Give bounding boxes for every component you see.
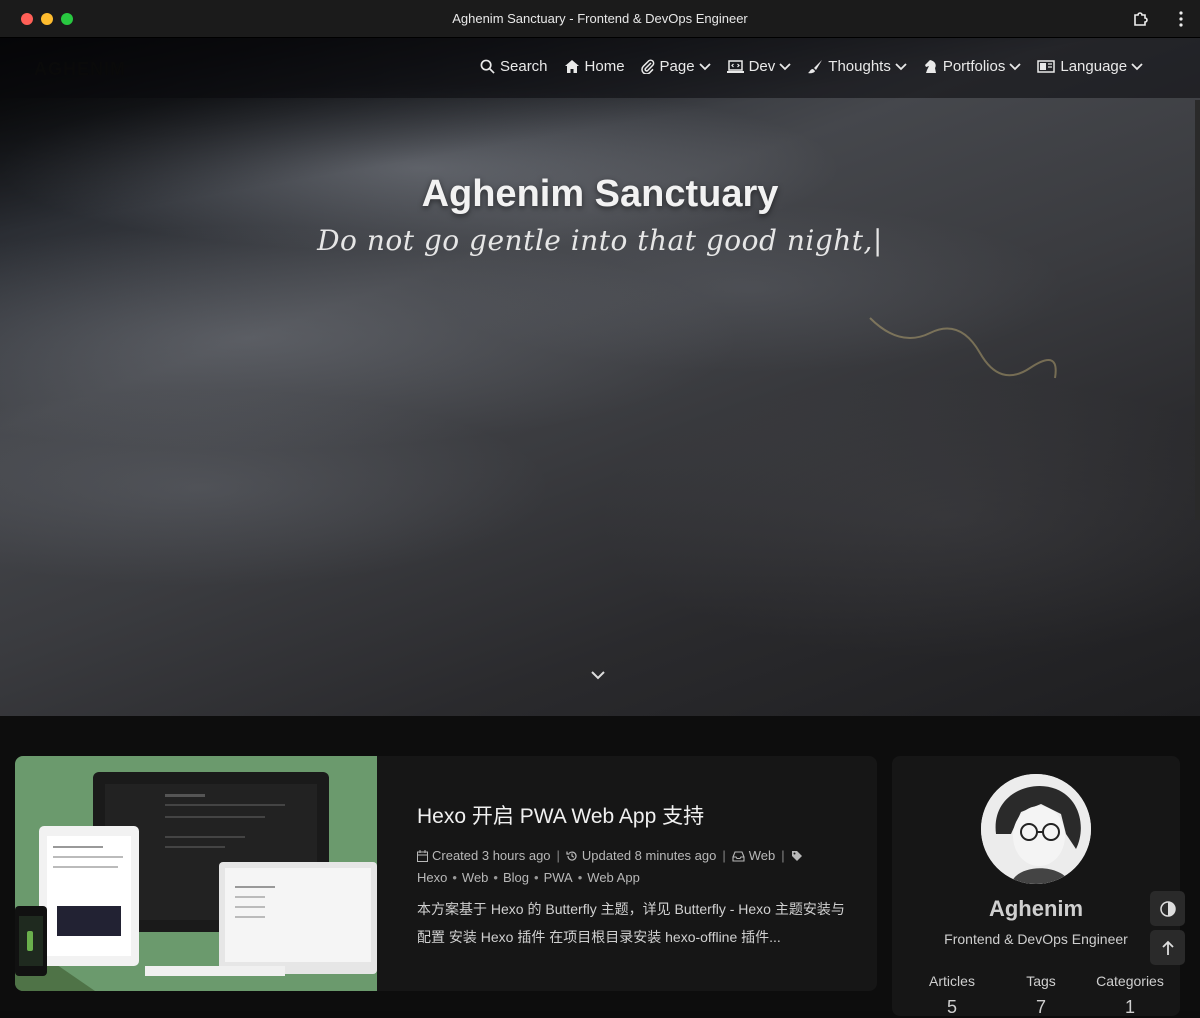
devices-illustration — [15, 772, 377, 991]
post-title[interactable]: Hexo 开启 PWA Web App 支持 — [417, 800, 847, 830]
stat-label: Categories — [1096, 973, 1164, 989]
home-icon — [564, 60, 579, 73]
stat-value: 1 — [1124, 997, 1135, 1017]
hero-banner: Aghenim Sanctuary Do not go gentle into … — [0, 38, 1200, 716]
tag-dot: • — [577, 870, 583, 885]
search-icon — [480, 59, 495, 74]
nav-portfolios[interactable]: Portfolios — [923, 58, 1022, 75]
back-to-top-button[interactable] — [1150, 930, 1185, 965]
site-logo[interactable]: AGHENIM — [34, 59, 126, 80]
post-excerpt: 本方案基于 Hexo 的 Butterfly 主题，详见 Butterfly -… — [417, 901, 845, 945]
chevron-down-icon — [1131, 62, 1143, 70]
history-icon — [566, 851, 577, 861]
tag-link[interactable]: Hexo — [417, 870, 447, 885]
site-subtitle: Do not go gentle into that good night,| — [317, 224, 883, 257]
page-scrollbar[interactable] — [1195, 100, 1200, 520]
meta-separator: | — [781, 848, 785, 863]
stat-value: 7 — [1035, 997, 1046, 1017]
nav-language-label: Language — [1060, 58, 1128, 75]
chess-knight-icon — [924, 60, 936, 73]
nav-search-label: Search — [500, 58, 548, 75]
browser-titlebar: Aghenim Sanctuary - Frontend & DevOps En… — [0, 0, 1200, 38]
tag-icon — [791, 851, 802, 861]
nav-page-label: Page — [659, 58, 695, 75]
brush-icon — [808, 60, 823, 74]
site-navbar: AGHENIM Search Home Page Dev Thoughts Po… — [0, 38, 1200, 98]
author-name: Aghenim — [988, 896, 1084, 921]
chevron-down-icon — [895, 62, 907, 70]
post-created: Created 3 hours ago — [432, 848, 551, 863]
stat-articles[interactable]: Articles 5 — [912, 973, 992, 1018]
window-title: Aghenim Sanctuary - Frontend & DevOps En… — [452, 11, 748, 26]
stat-tags[interactable]: Tags 7 — [1001, 973, 1081, 1018]
nav-page[interactable]: Page — [640, 58, 711, 75]
stat-label: Articles — [929, 973, 975, 989]
avatar[interactable] — [981, 774, 1091, 884]
meta-separator: | — [556, 848, 560, 863]
paperclip-icon — [640, 59, 654, 74]
tag-link[interactable]: Web — [462, 870, 489, 885]
nav-home[interactable]: Home — [564, 58, 625, 75]
extensions-icon[interactable] — [1131, 9, 1151, 29]
tag-dot: • — [493, 870, 498, 885]
post-meta: Created 3 hours ago | Updated 8 minutes … — [417, 844, 847, 868]
nav-portfolios-label: Portfolios — [942, 58, 1006, 75]
nav-thoughts[interactable]: Thoughts — [807, 58, 907, 75]
post-card[interactable]: Hexo 开启 PWA Web App 支持 Created 3 hours a… — [15, 756, 877, 991]
content-area: Hexo 开启 PWA Web App 支持 Created 3 hours a… — [0, 716, 1200, 1017]
tag-link[interactable]: Web App — [587, 870, 640, 885]
nav-language[interactable]: Language — [1037, 58, 1143, 75]
author-card: Aghenim Frontend & DevOps Engineer Artic… — [892, 756, 1180, 1018]
site-title: Aghenim Sanctuary — [421, 173, 779, 215]
language-card-icon — [1037, 60, 1056, 73]
tag-dot: • — [452, 870, 457, 885]
stat-categories[interactable]: Categories 1 — [1090, 973, 1170, 1018]
laptop-code-icon — [726, 59, 744, 73]
post-tags: Hexo • Web • Blog • PWA • Web App — [417, 870, 847, 885]
nav-home-label: Home — [584, 58, 625, 75]
tag-dot: • — [534, 870, 539, 885]
river-decoration — [869, 317, 1057, 379]
inbox-icon — [732, 850, 745, 862]
chevron-down-icon — [779, 62, 791, 70]
nav-dev[interactable]: Dev — [726, 58, 792, 75]
post-category[interactable]: Web — [749, 844, 776, 868]
nav-search[interactable]: Search — [480, 58, 548, 75]
chevron-down-icon — [1009, 62, 1021, 70]
stat-value: 5 — [946, 997, 957, 1017]
tag-link[interactable]: PWA — [544, 870, 573, 885]
author-description: Frontend & DevOps Engineer — [944, 931, 1128, 947]
author-stats: Articles 5 Tags 7 Categories 1 — [912, 973, 1170, 1018]
nav-thoughts-label: Thoughts — [828, 58, 891, 75]
scroll-down-icon[interactable] — [589, 666, 607, 684]
post-cover-image[interactable] — [15, 756, 377, 991]
arrow-up-icon — [1161, 940, 1174, 955]
avatar-illustration — [981, 774, 1091, 884]
stat-label: Tags — [1026, 973, 1056, 989]
more-menu-icon[interactable] — [1173, 9, 1189, 29]
nav-dev-label: Dev — [748, 58, 776, 75]
chevron-down-icon — [698, 62, 711, 70]
tag-link[interactable]: Blog — [503, 870, 529, 885]
meta-separator: | — [722, 848, 726, 863]
calendar-icon — [417, 850, 428, 862]
post-info: Hexo 开启 PWA Web App 支持 Created 3 hours a… — [417, 800, 847, 951]
nav-menu: Search Home Page Dev Thoughts Portfolios — [480, 58, 1159, 75]
contrast-icon — [1159, 900, 1176, 917]
dark-mode-toggle-button[interactable] — [1150, 891, 1185, 926]
post-updated: Updated 8 minutes ago — [581, 848, 717, 863]
